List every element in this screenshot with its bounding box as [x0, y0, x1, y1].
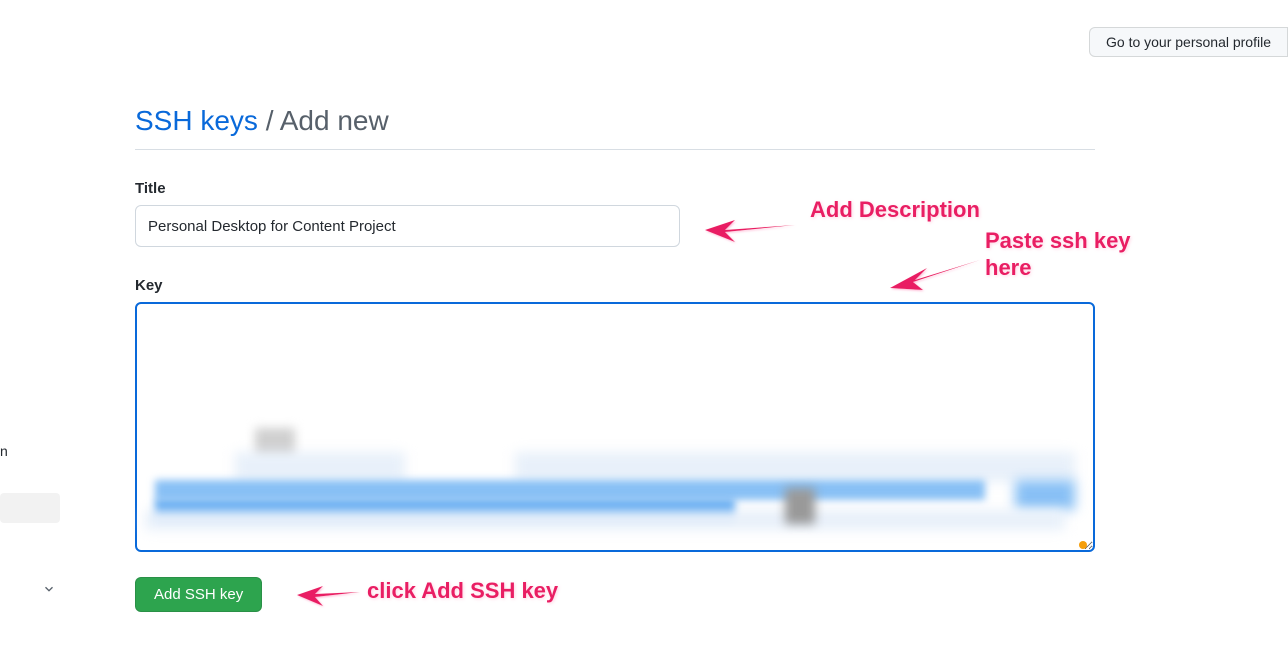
personal-profile-button[interactable]: Go to your personal profile — [1089, 27, 1288, 57]
main-content: SSH keys / Add new Title Key Add SSH key — [135, 105, 1095, 612]
chevron-down-icon[interactable] — [42, 582, 56, 599]
sidebar-active-row — [0, 493, 60, 523]
title-input[interactable] — [135, 205, 680, 247]
key-textarea[interactable] — [135, 302, 1095, 552]
resize-indicator-icon — [1079, 541, 1087, 549]
breadcrumb-current: Add new — [280, 105, 389, 136]
title-label: Title — [135, 180, 1095, 197]
breadcrumb-separator: / — [258, 105, 280, 136]
add-ssh-key-button[interactable]: Add SSH key — [135, 577, 262, 612]
title-field-group: Title — [135, 180, 1095, 247]
breadcrumb-parent-link[interactable]: SSH keys — [135, 105, 258, 136]
sidebar-fragment: n — [0, 443, 8, 459]
key-label: Key — [135, 277, 1095, 294]
breadcrumb: SSH keys / Add new — [135, 105, 1095, 150]
key-field-group: Key — [135, 277, 1095, 557]
